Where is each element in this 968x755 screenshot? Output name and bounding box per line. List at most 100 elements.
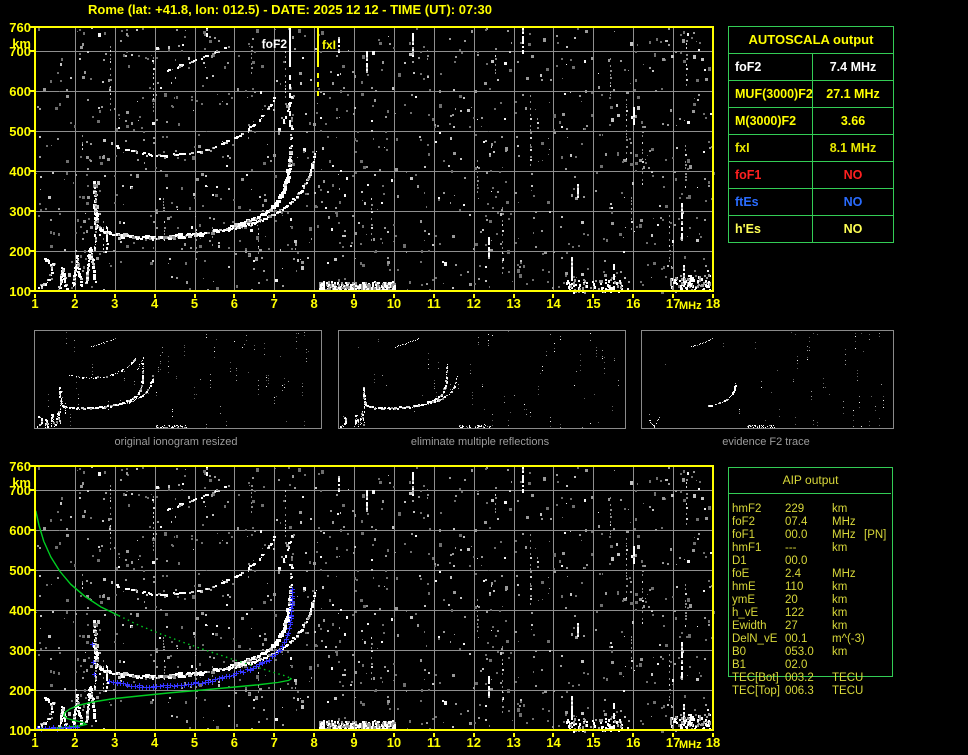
- x-tick-label: 6: [230, 296, 239, 311]
- thumbnail-caption-2: eliminate multiple reflections: [410, 436, 550, 448]
- autoscala-row-value: NO: [843, 195, 863, 209]
- autoscala-row-value: 3.66: [840, 114, 866, 128]
- thumbnail-original-ionogram: [34, 330, 322, 429]
- aip-row-label: D1: [732, 555, 747, 567]
- aip-row-label: TEC[Bot]: [732, 672, 779, 684]
- aip-row-unit: km: [832, 607, 848, 619]
- x-tick-label: 18: [705, 735, 721, 750]
- aip-row-value: 00.1: [785, 633, 808, 645]
- aip-row-tec-top-: TEC[Top] 006.3 TECU: [728, 685, 968, 698]
- y-tick-label: 300: [9, 643, 31, 658]
- aip-row-label: foE: [732, 568, 750, 580]
- top-x-unit-label: MHz: [679, 300, 702, 312]
- bottom-ionogram-plot: [29, 461, 719, 737]
- aip-row-unit: km: [832, 646, 848, 658]
- aip-row-hme: hmE 110 km: [728, 581, 968, 594]
- x-tick-label: 5: [190, 735, 199, 750]
- aip-row-label: ymE: [732, 594, 755, 606]
- x-tick-label: 11: [426, 296, 441, 311]
- aip-row-deln-ve: DelN_vE 00.1 m^(-3): [728, 633, 968, 646]
- x-tick-label: 5: [190, 296, 199, 311]
- aip-row-b1: B1 02.0: [728, 659, 968, 672]
- aip-row-label: B0: [732, 646, 747, 658]
- y-tick-label: 760: [9, 20, 31, 35]
- aip-row-d1: D1 00.0: [728, 555, 968, 568]
- aip-row-unit: MHz: [832, 568, 856, 580]
- x-tick-label: 18: [705, 296, 721, 311]
- top-y-unit-label: km: [12, 36, 31, 51]
- y-tick-label: 760: [9, 459, 31, 474]
- x-tick-label: 16: [626, 735, 641, 750]
- aip-row-label: hmF2: [732, 503, 762, 515]
- x-tick-label: 9: [350, 735, 358, 750]
- autoscala-row-label: foF2: [729, 54, 813, 80]
- x-tick-label: 2: [71, 296, 79, 311]
- aip-row-value: ---: [785, 542, 797, 554]
- aip-row-tec-bot-: TEC[Bot] 003.2 TECU: [728, 672, 968, 685]
- x-tick-label: 8: [310, 735, 318, 750]
- aip-row-unit: km: [832, 620, 848, 632]
- aip-row-hmf1: hmF1 --- km: [728, 542, 968, 555]
- aip-row-value: 110: [785, 581, 804, 593]
- aip-row-value: 006.3: [785, 685, 814, 697]
- aip-row-unit: km: [832, 542, 848, 554]
- aip-row-unit: km: [832, 594, 848, 606]
- aip-row-hmf2: hmF2 229 km: [728, 503, 968, 516]
- fof2-annotation-label: foF2: [261, 37, 287, 51]
- x-tick-label: 8: [310, 296, 318, 311]
- aip-row-label: Ewidth: [732, 620, 767, 632]
- autoscala-row-fof1: foF1 NO: [729, 161, 893, 188]
- x-tick-label: 4: [151, 296, 159, 311]
- aip-row-fof1: foF1 00.0 MHz [PN]: [728, 529, 968, 542]
- aip-table-header: AIP output: [782, 473, 839, 487]
- aip-row-value: 07.4: [785, 516, 808, 528]
- aip-row-unit: m^(-3): [832, 633, 865, 645]
- y-tick-label: 400: [9, 603, 31, 618]
- x-tick-label: 6: [230, 735, 239, 750]
- autoscala-row-fof2: foF2 7.4 MHz: [729, 53, 893, 80]
- aip-row-value: 2.4: [785, 568, 801, 580]
- aip-row-value: 00.0: [785, 555, 808, 567]
- autoscala-output-table: AUTOSCALA output foF2 7.4 MHz MUF(3000)F2 2…: [728, 26, 894, 243]
- x-tick-label: 15: [586, 296, 601, 311]
- y-tick-label: 300: [9, 204, 31, 219]
- x-tick-label: 13: [506, 735, 521, 750]
- autoscala-row-value: NO: [843, 168, 863, 182]
- aip-row-value: 122: [785, 607, 805, 619]
- thumbnail-caption-1: original ionogram resized: [114, 436, 238, 448]
- aip-row-value: 00.0: [785, 529, 808, 541]
- aip-row-unit: TECU: [832, 672, 864, 684]
- x-tick-label: 11: [426, 735, 441, 750]
- autoscala-row-fxi: fxI 8.1 MHz: [729, 134, 893, 161]
- aip-row-value: 20: [785, 594, 798, 606]
- x-tick-label: 7: [270, 735, 278, 750]
- y-tick-label: 500: [9, 124, 31, 139]
- thumbnail-evidence-f2-trace: [641, 330, 894, 429]
- aip-header-divider: [728, 493, 891, 494]
- fxi-annotation-label: fxI: [322, 38, 337, 52]
- y-tick-label: 200: [9, 244, 31, 259]
- autoscala-row-muf-3000-f2: MUF(3000)F2 27.1 MHz: [729, 80, 893, 107]
- autoscala-row-label: ftEs: [729, 189, 813, 215]
- aip-row-foe: foE 2.4 MHz: [728, 568, 968, 581]
- y-tick-label: 600: [9, 523, 31, 538]
- aip-row-unit: km: [832, 581, 848, 593]
- aip-row-value: 053.0: [785, 646, 814, 658]
- autoscala-row-h-es: h'Es NO: [729, 215, 893, 242]
- x-tick-label: 10: [386, 735, 402, 750]
- x-tick-label: 14: [546, 296, 561, 311]
- aip-row-unit: MHz: [832, 516, 856, 528]
- x-tick-label: 16: [626, 296, 641, 311]
- aip-row-value: 02.0: [785, 659, 808, 671]
- aip-row-label: TEC[Top]: [732, 685, 780, 697]
- autoscala-row-label: M(3000)F2: [729, 108, 813, 134]
- aip-row-value: 003.2: [785, 672, 814, 684]
- page-title: Rome (lat: +41.8, lon: 012.5) - DATE: 20…: [88, 2, 492, 17]
- aip-row-ewidth: Ewidth 27 km: [728, 620, 968, 633]
- aip-row-unit: MHz: [832, 529, 856, 541]
- aip-row-label: DelN_vE: [732, 633, 778, 645]
- x-tick-label: 9: [350, 296, 358, 311]
- aip-row-unit: TECU: [832, 685, 864, 697]
- autoscala-row-m-3000-f2: M(3000)F2 3.66: [729, 107, 893, 134]
- x-tick-label: 3: [111, 296, 119, 311]
